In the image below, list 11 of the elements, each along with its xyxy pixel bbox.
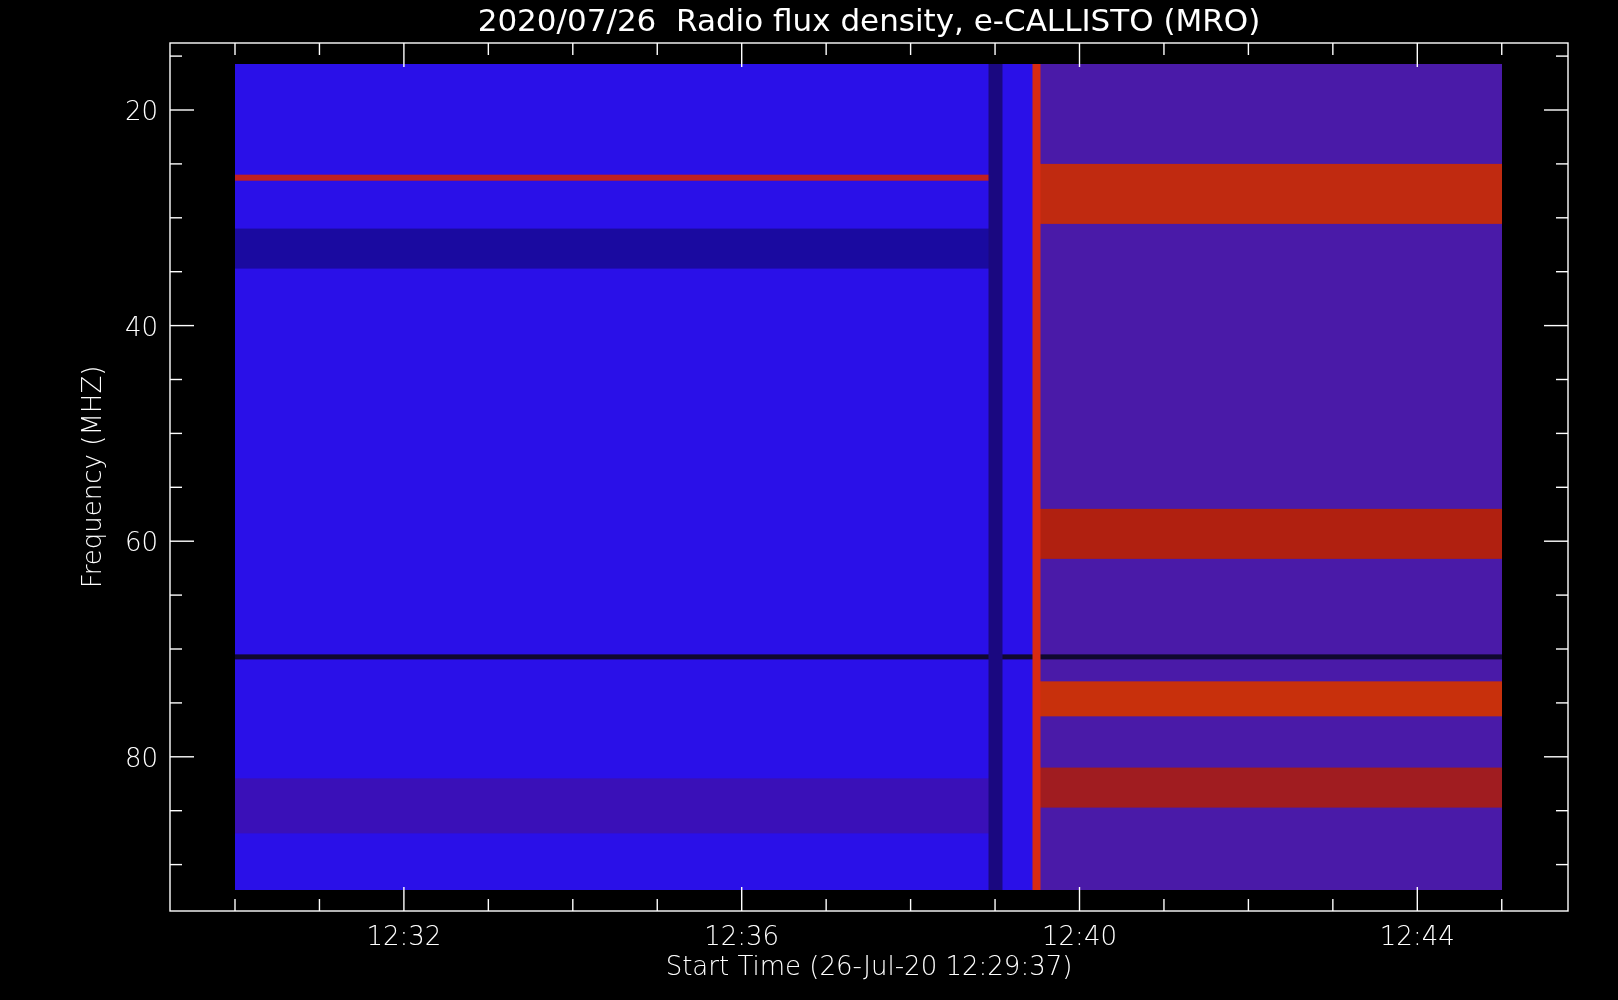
tick-label: 12:40: [1042, 921, 1117, 951]
tick-label: 80: [124, 742, 158, 773]
axis-label: Start Time (26-Jul-20 12:29:37): [665, 951, 1073, 981]
axis-label: Frequency (MHZ): [77, 365, 107, 589]
tick-label: 60: [124, 527, 158, 558]
tick-label: 12:32: [366, 921, 442, 951]
tick-label: 20: [124, 96, 158, 126]
tick-label: 12:44: [1379, 921, 1455, 951]
tick-label: 40: [124, 311, 158, 342]
tick-label: 12:36: [704, 921, 780, 951]
plot-title: 2020/07/26 Radio flux density, e-CALLISTO (MRO): [477, 2, 1261, 38]
